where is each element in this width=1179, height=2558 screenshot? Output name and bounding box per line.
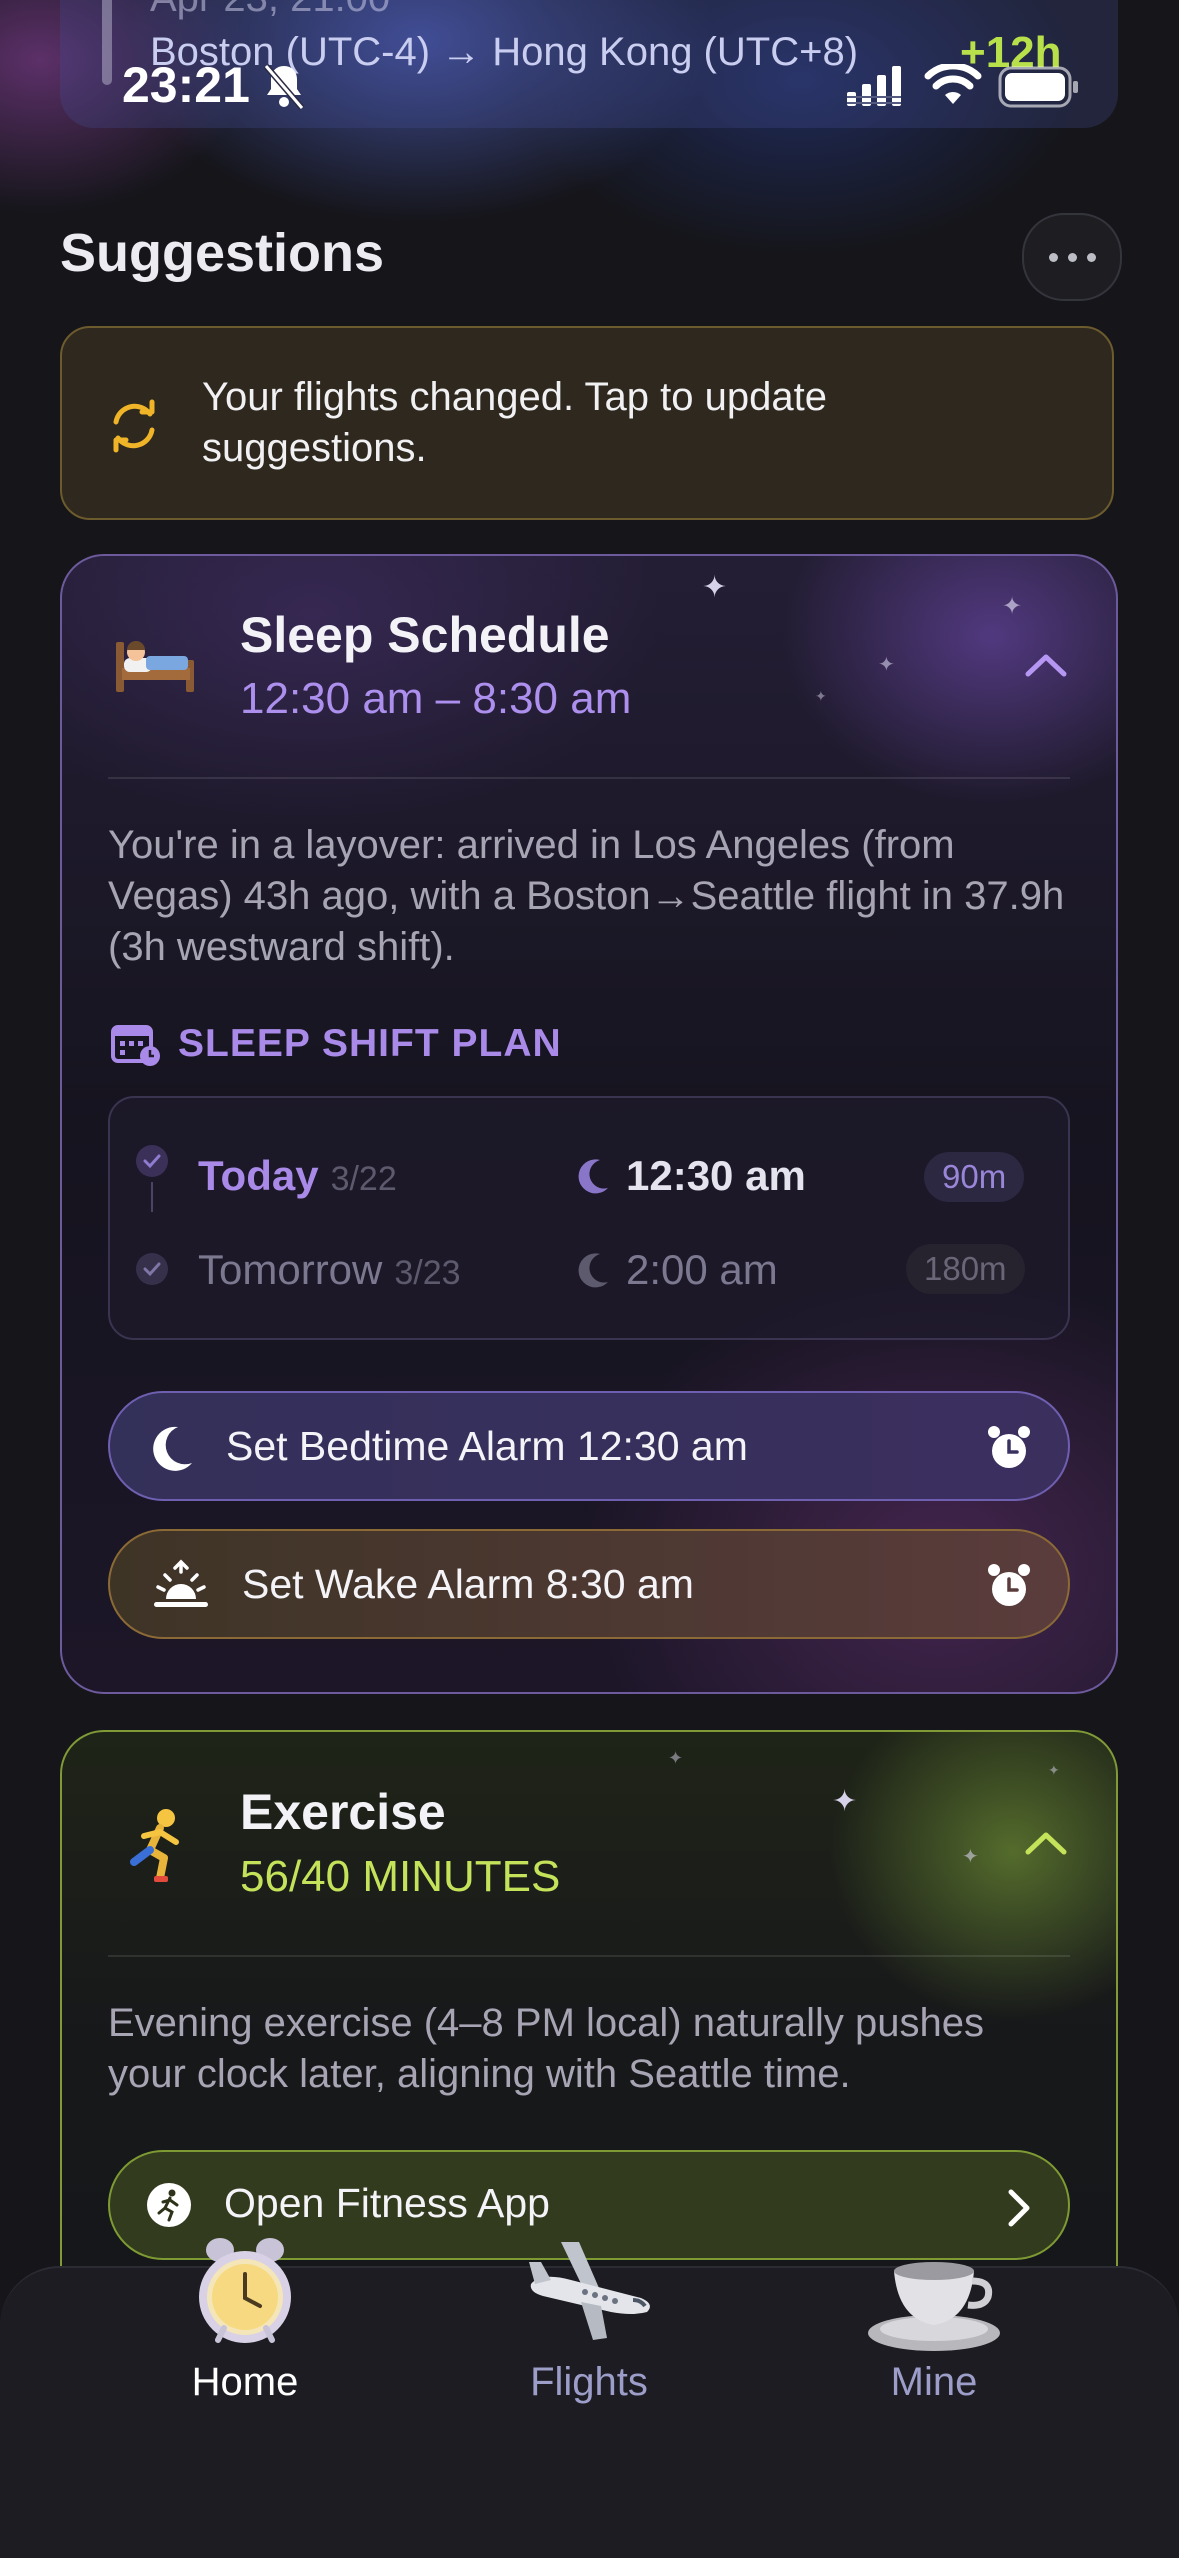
flight-card-route: Boston (UTC-4) → Hong Kong (UTC+8) — [150, 30, 859, 74]
alarm-clock-icon — [199, 2238, 291, 2343]
calendar-clock-icon — [111, 1025, 160, 1066]
ellipsis-icon — [1048, 252, 1058, 262]
plan-shift-minutes: 90m — [924, 1152, 1025, 1202]
set-wake-alarm-button[interactable]: Set Wake Alarm 8:30 am — [108, 1529, 1070, 1639]
alarm-clock-icon — [988, 1564, 1030, 1606]
cellular-signal-icon — [847, 66, 901, 106]
moon-icon — [578, 1253, 608, 1288]
plan-day-label: Tomorrow — [198, 1246, 383, 1293]
exercise-progress: 56/40 MINUTES — [240, 1852, 561, 1901]
chevron-right-icon — [1008, 2189, 1030, 2227]
moon-icon — [578, 1159, 608, 1194]
sparkle-decoration: ✦ — [702, 571, 728, 604]
moon-icon — [153, 1426, 192, 1471]
plan-row-day: Today 3/22 — [198, 1152, 397, 1200]
tab-flights[interactable]: Flights — [469, 2232, 709, 2412]
collapse-chevron-icon[interactable] — [1024, 652, 1068, 678]
sleep-card-title: Sleep Schedule — [240, 607, 610, 663]
card-divider — [108, 1955, 1070, 1957]
plan-date: 3/22 — [330, 1160, 397, 1198]
bedtime-alarm-label: Set Bedtime Alarm 12:30 am — [226, 1423, 748, 1469]
sparkle-decoration: ✦ — [878, 654, 895, 676]
tab-flights-label: Flights — [530, 2360, 648, 2404]
teacup-icon — [868, 2262, 1000, 2351]
card-divider — [108, 777, 1070, 779]
sleep-shift-plan-table — [108, 1096, 1070, 1340]
sparkle-decoration: ✦ — [1002, 593, 1023, 620]
sleep-shift-plan-label: SLEEP SHIFT PLAN — [178, 1022, 562, 1065]
tab-mine-label: Mine — [890, 2360, 978, 2404]
sparkle-decoration: ✦ — [962, 1846, 979, 1868]
tab-mine[interactable]: Mine — [814, 2232, 1054, 2412]
refresh-icon — [113, 399, 155, 453]
sparkle-decoration: ✦ — [815, 688, 827, 704]
bell-off-icon — [263, 64, 305, 110]
sparkle-decoration: ✦ — [832, 1785, 858, 1818]
flight-card-date: Apr 23, 21:00 — [150, 0, 390, 21]
bed-icon — [116, 641, 194, 692]
plan-date: 3/23 — [394, 1254, 461, 1292]
exercise-description: Evening exercise (4–8 PM local) naturall… — [108, 2001, 984, 2096]
flight-card-accent-bar — [102, 0, 112, 85]
wake-alarm-label: Set Wake Alarm 8:30 am — [242, 1561, 694, 1607]
wifi-icon — [924, 64, 982, 104]
battery-icon — [998, 66, 1078, 108]
plan-day-label: Today — [198, 1152, 319, 1199]
sparkle-decoration: ✦ — [668, 1748, 684, 1768]
plan-row-day: Tomorrow 3/23 — [198, 1246, 461, 1294]
tab-home[interactable]: Home — [125, 2232, 365, 2412]
status-bar-time: 23:21 — [122, 57, 250, 113]
suggestions-heading: Suggestions — [60, 223, 385, 283]
check-circle-icon — [136, 1145, 168, 1177]
banner-message: Your flights changed. Tap to update sugg… — [202, 375, 827, 470]
more-options-button[interactable] — [1022, 213, 1122, 301]
open-fitness-app-label: Open Fitness App — [224, 2180, 550, 2226]
timeline-connector — [151, 1182, 153, 1212]
check-circle-icon — [136, 1253, 168, 1285]
collapse-chevron-icon[interactable] — [1024, 1830, 1068, 1856]
plan-bedtime: 12:30 am — [626, 1152, 806, 1199]
sleep-description: You're in a layover: arrived in Los Ange… — [108, 823, 1065, 969]
sparkle-decoration: ✦ — [1048, 1762, 1060, 1778]
sleep-time-range: 12:30 am – 8:30 am — [240, 674, 632, 723]
airplane-icon — [529, 2242, 650, 2340]
runner-icon — [130, 1809, 179, 1882]
fitness-runner-icon — [147, 2183, 191, 2227]
sunrise-icon — [154, 1559, 208, 1607]
tab-home-label: Home — [191, 2360, 299, 2404]
alarm-clock-icon — [988, 1426, 1030, 1468]
plan-shift-minutes: 180m — [906, 1244, 1025, 1294]
plan-bedtime: 2:00 am — [626, 1246, 778, 1293]
exercise-card-title: Exercise — [240, 1784, 446, 1840]
set-bedtime-alarm-button[interactable]: Set Bedtime Alarm 12:30 am — [108, 1391, 1070, 1501]
